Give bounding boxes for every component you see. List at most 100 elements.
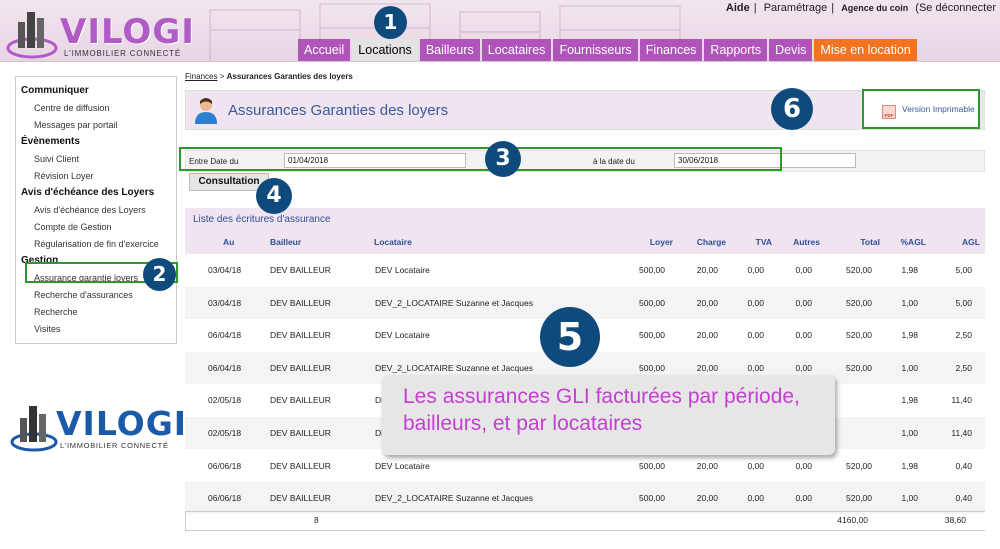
column-header[interactable]: %AGL xyxy=(886,237,927,247)
logo-building-icon xyxy=(10,406,58,452)
vilogi-logo-secondary: VILOGI L'IMMOBILIER CONNECTÉ xyxy=(10,402,190,457)
sidebar: Communiquer Centre de diffusion Messages… xyxy=(15,76,177,344)
sidebar-item[interactable]: Visites xyxy=(21,321,176,338)
table-cell: 1,00 xyxy=(901,428,918,438)
table-cell: 20,00 xyxy=(696,330,718,341)
table-cell: DEV Locataire xyxy=(375,330,430,341)
sidebar-item[interactable]: Messages par portail xyxy=(21,117,176,134)
table-cell: 1,98 xyxy=(901,330,918,341)
pdf-icon: PDF xyxy=(882,105,896,119)
logo-building-icon xyxy=(6,12,58,59)
column-header[interactable]: AGL xyxy=(940,237,980,247)
tab-fournisseurs[interactable]: Fournisseurs xyxy=(553,39,638,61)
sidebar-item[interactable]: Compte de Gestion xyxy=(21,219,176,236)
list-title: Liste des écritures d'assurance xyxy=(193,214,331,225)
annotation-line: bailleurs, et par locataires xyxy=(403,412,643,435)
annotation-overlay: Les assurances GLI facturées par période… xyxy=(382,375,835,455)
table-row[interactable]: 03/04/18 DEV BAILLEUR DEV Locataire 500,00 2… xyxy=(185,254,985,286)
help-link[interactable]: Aide xyxy=(726,2,750,14)
top-links: Aide | Paramétrage | Agence du coin (Se dé… xyxy=(725,2,996,14)
logo-tagline: L'IMMOBILIER CONNECTÉ xyxy=(60,441,169,450)
table-cell: DEV_2_LOCATAIRE Suzanne et Jacques xyxy=(375,297,533,308)
table-cell: 0,00 xyxy=(795,460,812,471)
logo-text: VILOGI xyxy=(60,12,195,52)
sidebar-item[interactable]: Suivi Client xyxy=(21,151,176,168)
callout-badge: 5 xyxy=(540,307,600,367)
table-cell: 0,00 xyxy=(747,297,764,308)
total-count: 8 xyxy=(314,515,319,525)
table-cell: 11,40 xyxy=(951,395,972,406)
annotation-line: Les assurances GLI facturées par période… xyxy=(403,385,800,408)
sidebar-item[interactable]: Avis d'échéance des Loyers xyxy=(21,202,176,219)
callout-badge: 6 xyxy=(771,88,813,130)
table-cell: 500,00 xyxy=(639,297,665,308)
vilogi-logo[interactable]: VILOGI L'IMMOBILIER CONNECTÉ xyxy=(6,4,194,60)
table-cell: DEV BAILLEUR xyxy=(270,428,331,438)
table-cell: DEV_2_LOCATAIRE Suzanne et Jacques xyxy=(375,493,533,504)
column-header[interactable]: TVA xyxy=(732,237,772,247)
tab-rapports[interactable]: Rapports xyxy=(704,39,768,61)
table-row[interactable]: 06/06/18 DEV BAILLEUR DEV_2_LOCATAIRE Suza… xyxy=(185,482,985,515)
logout-link[interactable]: (Se déconnecter xyxy=(915,2,996,14)
table-cell: 06/06/18 xyxy=(208,493,242,504)
tab-devis[interactable]: Devis xyxy=(769,39,813,61)
table-cell: 20,00 xyxy=(696,362,718,373)
table-cell: DEV BAILLEUR xyxy=(270,265,331,275)
sidebar-item[interactable]: Recherche xyxy=(21,304,176,321)
table-cell: 0,40 xyxy=(955,460,972,471)
totals-row: 8 4160,00 38,60 xyxy=(185,511,985,531)
table-cell: 500,00 xyxy=(639,493,665,504)
table-cell: 520,00 xyxy=(846,493,872,504)
table-cell: 20,00 xyxy=(696,493,718,504)
sidebar-item[interactable]: Révision Loyer xyxy=(21,168,176,185)
table-cell: 2,50 xyxy=(955,362,972,373)
tab-finances[interactable]: Finances xyxy=(639,39,703,61)
tab-mise-en-location[interactable]: Mise en location xyxy=(814,39,917,61)
table-cell: 20,00 xyxy=(696,265,718,275)
column-header[interactable]: Loyer xyxy=(633,237,673,247)
table-cell: 1,98 xyxy=(901,460,918,471)
column-header[interactable]: Au xyxy=(223,237,234,247)
table-cell: 520,00 xyxy=(846,297,872,308)
table-cell: 520,00 xyxy=(846,265,872,275)
table-cell: 0,00 xyxy=(747,265,764,275)
callout-badge: 1 xyxy=(374,6,407,39)
print-version-box[interactable]: PDF Version Imprimable xyxy=(862,89,980,129)
total-amount: 4160,00 xyxy=(837,515,868,525)
table-cell: 06/04/18 xyxy=(208,330,242,341)
list-header: Liste des écritures d'assurance xyxy=(185,208,985,254)
sidebar-item[interactable]: Régularisation de fin d'exercice xyxy=(21,236,176,253)
breadcrumb: Finances > Assurances Garanties des loye… xyxy=(185,72,353,81)
callout-badge: 3 xyxy=(485,141,521,177)
breadcrumb-link[interactable]: Finances xyxy=(185,72,217,81)
table-cell: 0,00 xyxy=(795,362,812,373)
tab-locataires[interactable]: Locataires xyxy=(481,39,552,61)
column-header[interactable]: Charge xyxy=(686,237,726,247)
table-cell: 1,98 xyxy=(901,395,918,406)
table-cell: 0,00 xyxy=(747,493,764,504)
table-cell: 500,00 xyxy=(639,330,665,341)
column-header[interactable]: Autres xyxy=(780,237,820,247)
column-header[interactable]: Locataire xyxy=(374,237,412,247)
tab-bailleurs[interactable]: Bailleurs xyxy=(419,39,480,61)
column-header[interactable]: Bailleur xyxy=(270,237,301,247)
table-cell: DEV BAILLEUR xyxy=(270,395,331,406)
table-cell: 2,50 xyxy=(955,330,972,341)
table-cell: 520,00 xyxy=(846,330,872,341)
sidebar-item[interactable]: Centre de diffusion xyxy=(21,100,176,117)
table-cell: 520,00 xyxy=(846,460,872,471)
table-cell: 20,00 xyxy=(696,460,718,471)
tab-locations[interactable]: Locations xyxy=(352,39,418,61)
table-cell: DEV BAILLEUR xyxy=(270,493,331,504)
header: VILOGI L'IMMOBILIER CONNECTÉ Aide | Param… xyxy=(0,0,1000,62)
settings-link[interactable]: Paramétrage xyxy=(764,2,828,14)
tab-accueil[interactable]: Accueil xyxy=(298,39,351,61)
sidebar-section-title: Évènements xyxy=(21,136,80,147)
column-header[interactable]: Total xyxy=(840,237,880,247)
print-version-link[interactable]: Version Imprimable xyxy=(902,104,975,114)
table-cell: 0,00 xyxy=(747,330,764,341)
table-cell: 0,00 xyxy=(795,265,812,275)
table-cell: 1,98 xyxy=(901,265,918,275)
breadcrumb-current: Assurances Garanties des loyers xyxy=(226,72,353,81)
table-cell: 06/04/18 xyxy=(208,362,242,373)
